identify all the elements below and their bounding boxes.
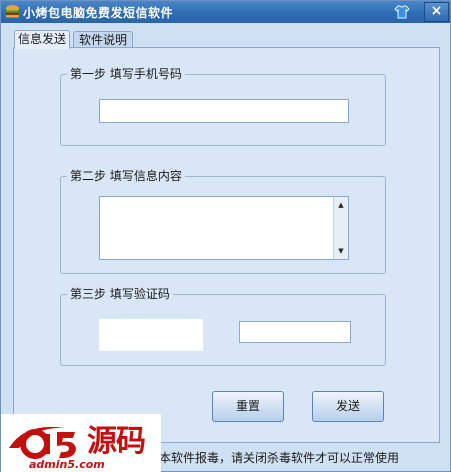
captcha-input[interactable] — [239, 321, 351, 343]
step1-group: 第一步 填写手机号码 — [60, 67, 386, 146]
tab-send-message[interactable]: 信息发送 — [14, 30, 70, 49]
antivirus-notice: 本软件报毒，请关闭杀毒软件才可以正常使用 — [159, 451, 400, 465]
tab-label: 软件说明 — [78, 33, 127, 47]
title-bar[interactable]: 小烤包电脑免费发短信软件 × — [1, 1, 450, 23]
arrow-up-icon[interactable]: ▲ — [334, 198, 348, 212]
message-textarea[interactable]: ▲ ▼ — [99, 196, 349, 260]
tab-label: 信息发送 — [17, 32, 66, 46]
shirt-icon[interactable] — [393, 3, 411, 21]
app-window: 小烤包电脑免费发短信软件 × 信息发送 软件说明 第一步 填写手机号码 第二步 … — [0, 0, 451, 472]
close-icon: × — [430, 3, 443, 19]
step3-legend: 第三步 填写验证码 — [67, 287, 173, 301]
send-panel: 第一步 填写手机号码 第二步 填写信息内容 ▲ ▼ 第三步 填写验证码 重置 发… — [13, 47, 440, 443]
tab-software-info[interactable]: 软件说明 — [73, 31, 133, 48]
message-scrollbar[interactable]: ▲ ▼ — [333, 197, 348, 259]
a5-logo-icon — [9, 426, 76, 459]
watermark-url: admin5.com — [29, 458, 105, 471]
step1-legend: 第一步 填写手机号码 — [67, 67, 185, 81]
step2-legend: 第二步 填写信息内容 — [67, 169, 185, 183]
window-title: 小烤包电脑免费发短信软件 — [23, 6, 174, 20]
arrow-down-icon[interactable]: ▼ — [334, 244, 348, 258]
reset-button[interactable]: 重置 — [212, 391, 284, 422]
step2-group: 第二步 填写信息内容 ▲ ▼ — [60, 169, 386, 274]
phone-input[interactable] — [99, 99, 349, 123]
send-button[interactable]: 发送 — [312, 391, 384, 422]
watermark-logo: 源码 admin5.com — [1, 414, 161, 472]
burger-icon — [6, 5, 19, 18]
step3-group: 第三步 填写验证码 — [60, 287, 386, 366]
captcha-image[interactable] — [99, 319, 203, 351]
close-button[interactable]: × — [424, 2, 449, 22]
watermark-cn-text: 源码 — [87, 424, 146, 459]
